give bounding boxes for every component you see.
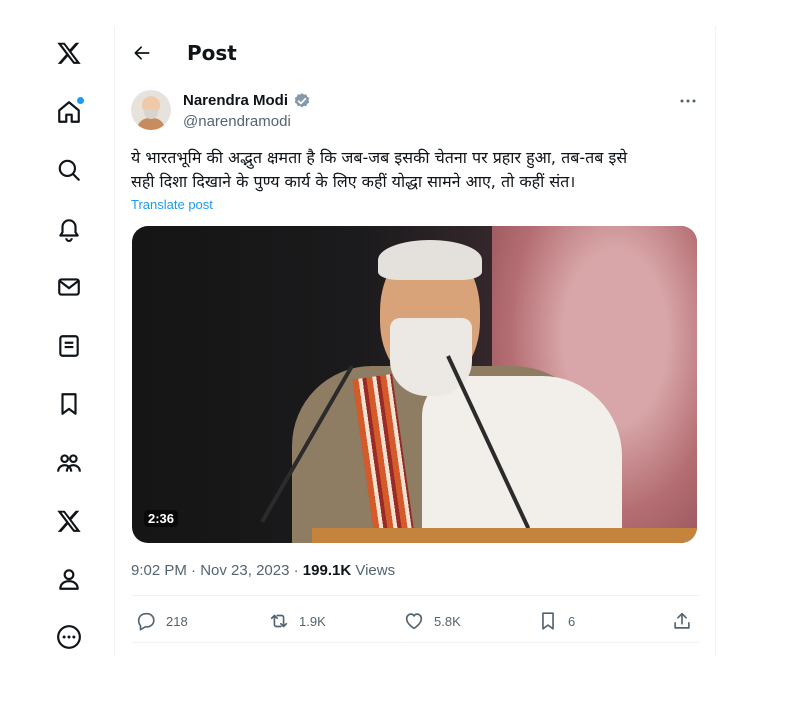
- share-icon: [674, 612, 690, 629]
- home-icon[interactable]: [54, 97, 84, 127]
- communities-icon[interactable]: [54, 448, 84, 478]
- repost-icon: [270, 614, 288, 628]
- profile-icon[interactable]: [54, 564, 84, 594]
- post-date[interactable]: Nov 23, 2023: [200, 562, 289, 579]
- post-detail-column: Post Narendra Modi @narendramodi ये भारत…: [114, 26, 716, 656]
- reply-count: 218: [166, 613, 188, 629]
- divider: [131, 595, 699, 596]
- bookmark-action-icon: [542, 612, 554, 630]
- sidebar-nav: [0, 0, 114, 704]
- x-logo-icon[interactable]: [54, 38, 84, 68]
- video-player[interactable]: 2:36: [132, 226, 697, 543]
- author-name[interactable]: Narendra Modi: [183, 92, 288, 109]
- views-label: Views: [355, 562, 396, 579]
- header-bar: Post: [115, 26, 715, 78]
- divider: [131, 642, 699, 643]
- premium-x-icon[interactable]: [54, 506, 84, 536]
- bookmark-count: 6: [568, 613, 576, 629]
- more-options-icon[interactable]: [677, 92, 699, 110]
- bookmark-button[interactable]: 6: [537, 609, 575, 633]
- post-time[interactable]: 9:02 PM: [131, 562, 187, 579]
- search-icon[interactable]: [54, 155, 84, 185]
- more-circle-icon[interactable]: [54, 622, 84, 652]
- like-count: 5.8K: [434, 613, 461, 629]
- post-meta: 9:02 PM · Nov 23, 2023 · 199.1K Views: [131, 562, 395, 579]
- video-duration: 2:36: [144, 510, 179, 527]
- mail-icon[interactable]: [54, 272, 84, 302]
- meta-separator: ·: [293, 562, 299, 579]
- reply-icon: [137, 612, 155, 631]
- author-handle[interactable]: @narendramodi: [183, 113, 291, 130]
- bookmark-icon[interactable]: [54, 389, 84, 419]
- meta-separator: ·: [191, 562, 197, 579]
- repost-button[interactable]: 1.9K: [268, 609, 326, 633]
- notification-dot: [77, 97, 84, 104]
- bell-icon[interactable]: [54, 214, 84, 244]
- like-button[interactable]: 5.8K: [403, 609, 461, 633]
- share-button[interactable]: [671, 609, 693, 633]
- repost-count: 1.9K: [299, 613, 326, 629]
- lists-icon[interactable]: [54, 331, 84, 361]
- translate-post-link[interactable]: Translate post: [131, 197, 213, 212]
- page-title: Post: [187, 41, 237, 65]
- back-arrow-icon[interactable]: [129, 40, 155, 66]
- avatar[interactable]: [131, 90, 171, 130]
- views-count: 199.1K: [302, 562, 352, 579]
- post-text: ये भारतभूमि की अद्भुत क्षमता है कि जब-जब…: [131, 148, 628, 191]
- reply-button[interactable]: 218: [135, 609, 188, 633]
- verified-badge-icon: [294, 93, 310, 108]
- heart-icon: [405, 613, 423, 630]
